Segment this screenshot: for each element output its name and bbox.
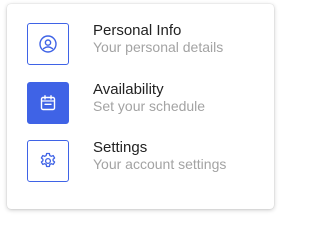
menu-item-title: Settings [93,139,148,156]
menu-item-title: Availability [93,81,164,98]
menu-item-availability[interactable]: Availability Set your schedule [27,81,267,126]
user-circle-icon [39,35,57,53]
menu-item-settings[interactable]: Settings Your account settings [27,139,267,184]
personal-info-icon-box [27,23,69,65]
menu-item-personal-info[interactable]: Personal Info Your personal details [27,22,267,67]
availability-icon-box [27,82,69,124]
menu-item-subtitle: Your personal details [93,39,224,55]
menu-item-title: Personal Info [93,22,182,39]
settings-menu-card: Personal Info Your personal details Avai… [7,4,274,209]
menu-item-subtitle: Your account settings [93,156,227,172]
menu-item-subtitle: Set your schedule [93,98,206,114]
settings-icon-box [27,140,69,182]
calendar-icon [39,94,57,112]
gear-icon [39,152,57,170]
